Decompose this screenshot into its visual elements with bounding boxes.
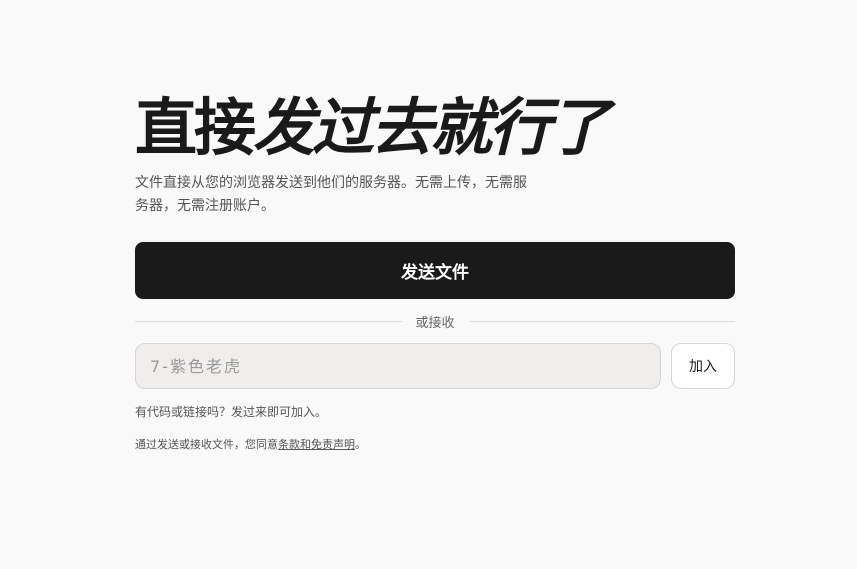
page: 直接发过去就行了 文件直接从您的浏览器发送到他们的服务器。无需上传，无需服务器，… — [0, 0, 857, 569]
or-receive-divider: 或接收 — [135, 312, 736, 331]
send-file-button[interactable]: 发送文件 — [135, 242, 735, 299]
page-subtitle: 文件直接从您的浏览器发送到他们的服务器。无需上传，无需服务器，无需注册账户。 — [135, 175, 527, 214]
legal-suffix: 。 — [355, 438, 366, 451]
divider-line-left — [135, 320, 402, 322]
page-title-italic: 发过去就行了 — [253, 91, 610, 164]
main-content: 直接发过去就行了 文件直接从您的浏览器发送到他们的服务器。无需上传，无需服务器，… — [135, 92, 736, 454]
page-title-upright: 直接 — [135, 91, 256, 164]
join-row: 加入 — [135, 343, 735, 389]
join-hint: 有代码或链接吗？发过来即可加入。 — [135, 405, 328, 419]
join-button[interactable]: 加入 — [671, 343, 735, 389]
divider-label: 或接收 — [415, 315, 455, 331]
page-title: 直接发过去就行了 — [135, 92, 735, 164]
divider-line-right — [468, 320, 736, 322]
legal-notice: 通过发送或接收文件，您同意条款和免责声明。 — [135, 436, 735, 454]
legal-prefix: 通过发送或接收文件，您同意 — [135, 438, 278, 451]
terms-link[interactable]: 条款和免责声明 — [278, 438, 355, 451]
join-code-input[interactable] — [135, 343, 661, 389]
